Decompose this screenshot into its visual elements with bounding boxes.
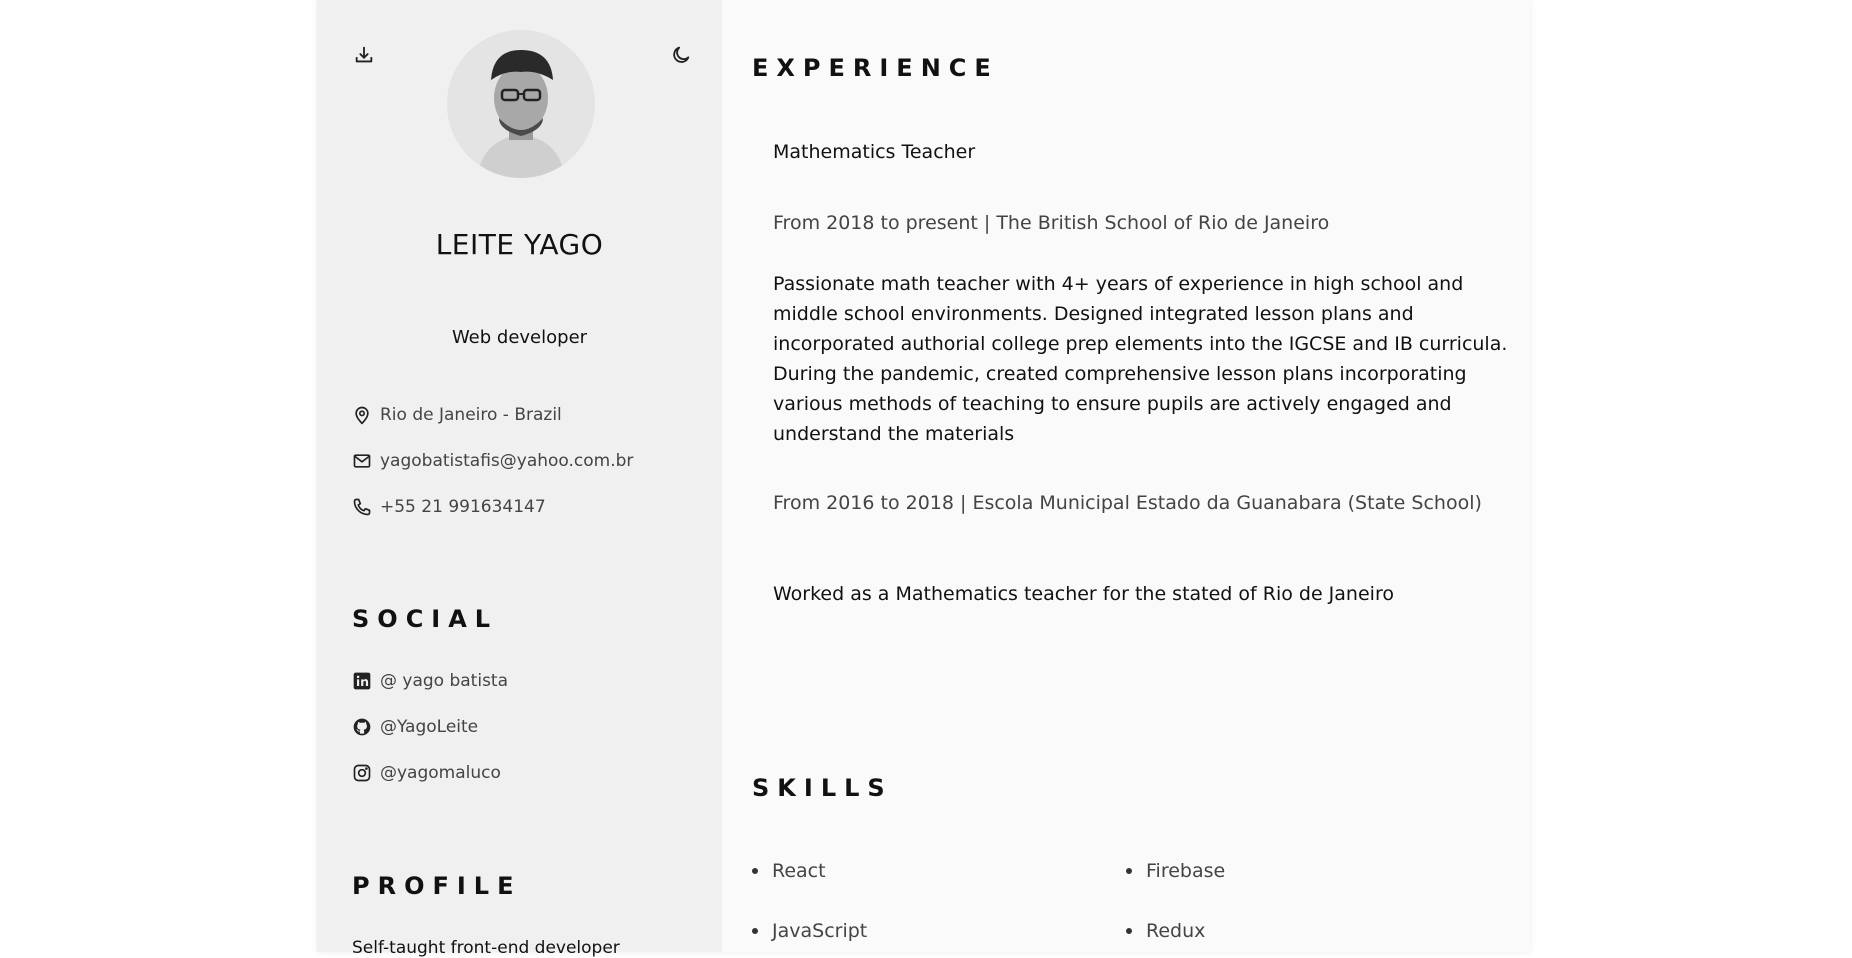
linkedin-icon (353, 672, 371, 690)
sidebar: LEITE YAGO Web developer Rio de Janeiro … (317, 0, 722, 958)
github-row[interactable]: @YagoLeite (352, 717, 478, 737)
instagram-icon (353, 764, 371, 782)
instagram-text[interactable]: @yagomaluco (380, 763, 501, 783)
experience-title: EXPERIENCE (752, 54, 999, 82)
github-icon (353, 718, 371, 736)
skill-item: Firebase (1126, 860, 1225, 882)
linkedin-text[interactable]: @ yago batista (380, 671, 508, 691)
skill-label: Firebase (1146, 860, 1226, 882)
instagram-row[interactable]: @yagomaluco (352, 763, 501, 783)
job-title: Mathematics Teacher (773, 141, 976, 163)
skill-label: Redux (1146, 920, 1206, 942)
job1-description: Passionate math teacher with 4+ years of… (773, 273, 1508, 445)
bullet-icon (1126, 928, 1132, 934)
map-pin-icon (355, 406, 369, 425)
skill-item: React (752, 860, 826, 882)
job2-description: Worked as a Mathematics teacher for the … (773, 583, 1394, 605)
bullet-icon (752, 868, 758, 874)
profile-role: Web developer (451, 327, 588, 348)
profile-name: LEITE YAGO (435, 228, 604, 261)
email-row: yagobatistafis@yahoo.com.br (352, 451, 633, 471)
bullet-icon (1126, 868, 1132, 874)
avatar (447, 30, 595, 178)
skills-title: SKILLS (752, 774, 893, 802)
job2-meta: From 2016 to 2018 | Escola Municipal Est… (773, 492, 1482, 514)
profile-text: Self-taught front-end developer (352, 938, 620, 958)
linkedin-row[interactable]: @ yago batista (352, 671, 508, 691)
email-text[interactable]: yagobatistafis@yahoo.com.br (380, 451, 633, 471)
skill-label: JavaScript (772, 920, 868, 942)
location-text: Rio de Janeiro - Brazil (380, 405, 562, 425)
mail-icon (353, 454, 371, 468)
skill-item: Redux (1126, 920, 1205, 942)
social-title: SOCIAL (352, 605, 499, 633)
phone-icon (353, 498, 371, 516)
phone-row: +55 21 991634147 (352, 497, 546, 517)
github-text[interactable]: @YagoLeite (380, 717, 478, 737)
skill-item: JavaScript (752, 920, 867, 942)
profile-title: PROFILE (352, 872, 522, 900)
bullet-icon (752, 928, 758, 934)
job1-meta: From 2018 to present | The British Schoo… (773, 212, 1330, 234)
skill-label: React (772, 860, 826, 882)
location-row: Rio de Janeiro - Brazil (352, 405, 562, 425)
download-icon[interactable] (350, 41, 378, 69)
moon-icon[interactable] (667, 41, 695, 69)
phone-text: +55 21 991634147 (380, 497, 546, 517)
